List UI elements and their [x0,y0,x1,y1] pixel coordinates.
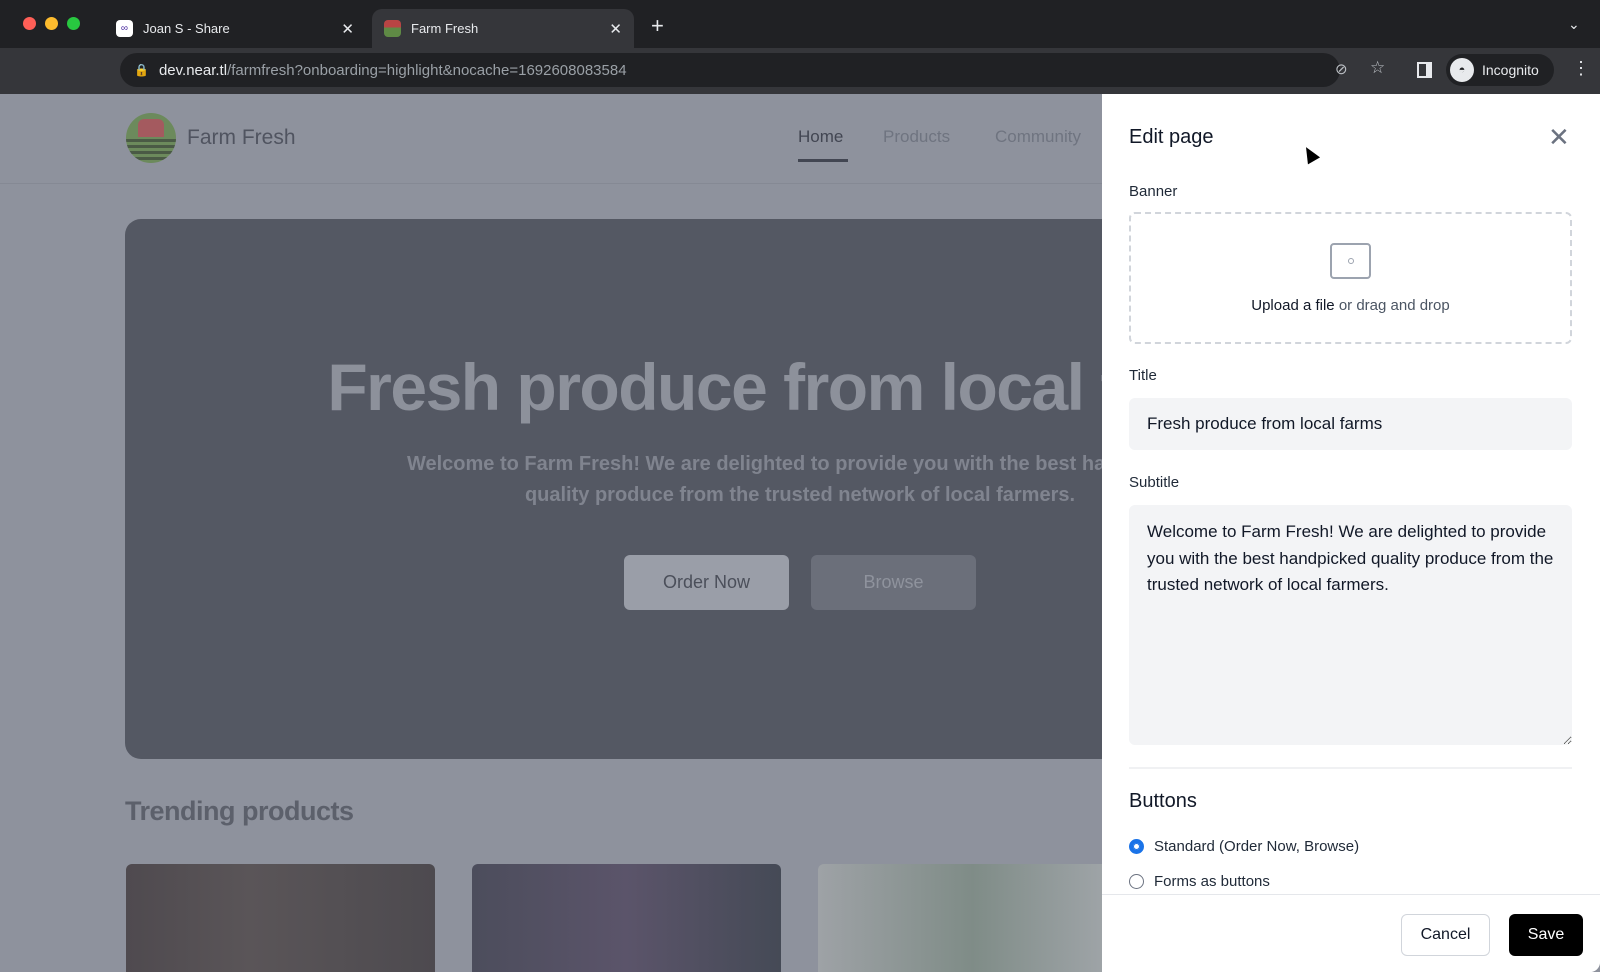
radio-unselected-icon[interactable] [1129,874,1144,889]
nav-products[interactable]: Products [883,127,950,147]
panel-title: Edit page [1129,126,1214,148]
close-window-button[interactable] [23,17,36,30]
tab-search-chevron-icon[interactable]: ⌄ [1568,16,1580,33]
product-card-carrots[interactable] [126,864,435,972]
radio-forms-as-buttons[interactable]: Forms as buttons [1129,873,1270,890]
new-tab-icon[interactable]: + [651,13,664,39]
tracking-protection-eye-off-icon[interactable]: ⊘ [1335,60,1348,78]
image-icon [1330,242,1371,279]
buttons-heading: Buttons [1129,790,1197,812]
nav-home[interactable]: Home [798,127,843,147]
browser-tab[interactable]: ∞ Joan S - Share ✕ [104,9,366,48]
address-bar[interactable]: 🔒 dev.near.tl/farmfresh?onboarding=highl… [120,53,1340,87]
site-brand[interactable]: Farm Fresh [187,126,296,150]
product-card-cabbage[interactable] [472,864,781,972]
drag-drop-text: or drag and drop [1338,296,1450,314]
save-button[interactable]: Save [1509,914,1583,956]
banner-dropzone[interactable]: Upload a file or drag and drop [1129,212,1572,344]
url-host: dev.near.tl [158,61,228,79]
incognito-icon: ◓ [1450,58,1474,82]
cancel-button[interactable]: Cancel [1401,914,1490,956]
upload-file-link[interactable]: Upload a file [1251,297,1334,314]
url-path: /farmfresh?onboarding=highlight&nocache=… [227,61,627,79]
panel-footer: Cancel Save [1102,894,1600,972]
order-now-button[interactable]: Order Now [624,555,789,610]
browser-menu-icon[interactable]: ⋮ [1572,58,1590,79]
browser-tab-active[interactable]: Farm Fresh ✕ [372,9,634,48]
radio-standard[interactable]: Standard (Order Now, Browse) [1129,838,1359,855]
profile-label: Incognito [1482,62,1539,78]
radio-selected-icon[interactable] [1129,839,1144,854]
edit-page-panel: Edit page ✕ Banner Upload a file or drag… [1102,94,1600,972]
title-input[interactable] [1129,398,1572,450]
farm-favicon-icon [384,20,401,37]
minimize-window-button[interactable] [45,17,58,30]
browser-tab-bar: ∞ Joan S - Share ✕ Farm Fresh ✕ + ⌄ [0,0,1600,48]
browse-button[interactable]: Browse [811,555,976,610]
product-card-cauliflower[interactable] [818,864,1127,972]
subtitle-textarea[interactable]: Welcome to Farm Fresh! We are delighted … [1129,505,1572,745]
farm-logo[interactable] [126,113,176,163]
bookmark-star-icon[interactable]: ☆ [1370,58,1385,78]
share-favicon-icon: ∞ [116,20,133,37]
subtitle-label: Subtitle [1129,474,1180,491]
lock-icon: 🔒 [134,63,149,77]
tab-title: Farm Fresh [411,21,479,36]
tab-title: Joan S - Share [143,21,230,36]
maximize-window-button[interactable] [67,17,80,30]
radio-label: Standard (Order Now, Browse) [1154,838,1360,855]
close-tab-icon[interactable]: ✕ [609,20,622,38]
nav-active-indicator [798,159,848,162]
side-panel-icon[interactable] [1417,62,1432,78]
close-panel-icon[interactable]: ✕ [1548,122,1570,153]
nav-community[interactable]: Community [995,127,1081,147]
title-label: Title [1129,367,1157,384]
close-tab-icon[interactable]: ✕ [341,20,354,38]
banner-label: Banner [1129,183,1178,200]
incognito-profile-button[interactable]: ◓ Incognito [1446,54,1554,86]
hero-subtitle: Welcome to Farm Fresh! We are delighted … [406,453,1194,506]
divider [1129,767,1572,769]
radio-label: Forms as buttons [1154,873,1270,890]
trending-heading: Trending products [125,796,354,826]
